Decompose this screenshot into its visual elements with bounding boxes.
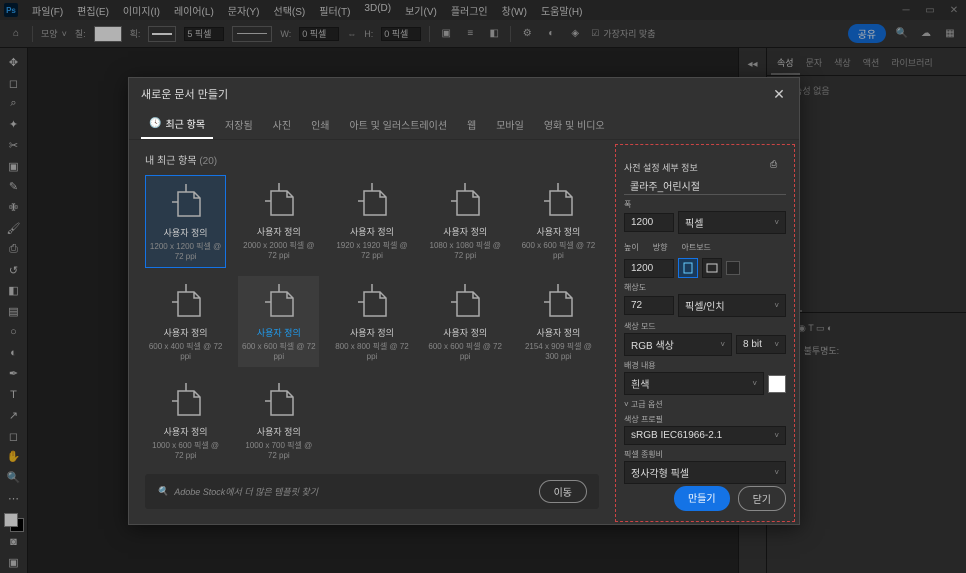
doc-height-input[interactable] — [624, 259, 674, 278]
preset-dimensions: 600 x 400 픽셀 @ 72 ppi — [147, 341, 224, 361]
create-button[interactable]: 만들기 — [674, 486, 730, 511]
preset-dimensions: 1000 x 600 픽셀 @ 72 ppi — [147, 440, 224, 460]
orient-landscape-button[interactable] — [702, 258, 722, 278]
advanced-toggle[interactable]: ˅ 고급 옵션 — [624, 399, 786, 410]
preset-dimensions: 2000 x 2000 픽셀 @ 72 ppi — [240, 240, 317, 260]
category-tab[interactable]: 저장됨 — [217, 110, 261, 139]
preset-name-input[interactable] — [624, 177, 786, 195]
category-tab[interactable]: 아트 및 일러스트레이션 — [341, 110, 455, 139]
clock-icon: 🕓 — [149, 118, 161, 129]
colormode-label: 색상 모드 — [624, 321, 786, 332]
preset-item[interactable]: 사용자 정의 2000 x 2000 픽셀 @ 72 ppi — [238, 175, 319, 268]
details-header: 사전 설정 세부 정보 — [624, 161, 698, 174]
close-dialog-button[interactable]: 닫기 — [738, 486, 786, 511]
artboard-checkbox[interactable] — [726, 261, 740, 275]
preset-item[interactable]: 사용자 정의 600 x 600 픽셀 @ 72 ppi — [238, 276, 319, 367]
recent-count: (20) — [199, 156, 217, 167]
preset-dimensions: 2154 x 909 픽셀 @ 300 ppi — [520, 341, 597, 361]
preset-name: 사용자 정의 — [536, 225, 580, 238]
preset-item[interactable]: 사용자 정의 1920 x 1920 픽셀 @ 72 ppi — [331, 175, 412, 268]
recent-header: 내 최근 항목 — [145, 156, 197, 167]
document-icon — [443, 181, 487, 219]
preset-name: 사용자 정의 — [443, 225, 487, 238]
preset-item[interactable]: 사용자 정의 600 x 600 픽셀 @ 72 ppi — [518, 175, 599, 268]
preset-item[interactable]: 사용자 정의 1000 x 600 픽셀 @ 72 ppi — [145, 375, 226, 466]
height-label: 높이 — [624, 242, 639, 253]
preset-dimensions: 600 x 600 픽셀 @ 72 ppi — [240, 341, 317, 361]
orient-portrait-button[interactable] — [678, 258, 698, 278]
stock-search-input[interactable]: 🔍 Adobe Stock에서 더 많은 템플릿 찾기 — [157, 485, 527, 498]
preset-dimensions: 600 x 600 픽셀 @ 72 ppi — [520, 240, 597, 260]
preset-dimensions: 800 x 800 픽셀 @ 72 ppi — [333, 341, 410, 361]
resolution-input[interactable] — [624, 296, 674, 315]
category-tab[interactable]: 영화 및 비디오 — [536, 110, 613, 139]
preset-dimensions: 1920 x 1920 픽셀 @ 72 ppi — [333, 240, 410, 260]
stock-go-button[interactable]: 이동 — [539, 480, 587, 503]
bg-label: 배경 내용 — [624, 360, 786, 371]
preset-name: 사용자 정의 — [350, 225, 394, 238]
dialog-title: 새로운 문서 만들기 — [141, 86, 228, 102]
document-icon — [257, 381, 301, 419]
preset-item[interactable]: 사용자 정의 2154 x 909 픽셀 @ 300 ppi — [518, 276, 599, 367]
document-icon — [536, 282, 580, 320]
category-tab[interactable]: 인쇄 — [303, 110, 337, 139]
dialog-close-button[interactable]: ✕ — [771, 86, 787, 102]
preset-item[interactable]: 사용자 정의 1200 x 1200 픽셀 @ 72 ppi — [145, 175, 226, 268]
preset-dimensions: 1080 x 1080 픽셀 @ 72 ppi — [427, 240, 504, 260]
document-icon — [257, 282, 301, 320]
preset-item[interactable]: 사용자 정의 1080 x 1080 픽셀 @ 72 ppi — [425, 175, 506, 268]
document-icon — [164, 381, 208, 419]
preset-name: 사용자 정의 — [443, 326, 487, 339]
bitdepth-select[interactable]: 8 bit˅ — [736, 335, 786, 354]
preset-name: 사용자 정의 — [257, 225, 301, 238]
preset-details-panel: 사전 설정 세부 정보 ⎙ 폭 픽셀˅ 높이 방향 아트보드 해상도 — [615, 144, 795, 522]
aspect-label: 픽셀 종횡비 — [624, 449, 786, 460]
preset-item[interactable]: 사용자 정의 1000 x 700 픽셀 @ 72 ppi — [238, 375, 319, 466]
width-label: 폭 — [624, 199, 786, 210]
category-tab[interactable]: 🕓최근 항목 — [141, 110, 213, 139]
bg-color-swatch[interactable] — [768, 375, 786, 393]
preset-item[interactable]: 사용자 정의 800 x 800 픽셀 @ 72 ppi — [331, 276, 412, 367]
category-tab[interactable]: 모바일 — [488, 110, 532, 139]
profile-label: 색상 프로필 — [624, 414, 786, 425]
aspect-select[interactable]: 정사각형 픽셀˅ — [624, 461, 786, 484]
orient-label: 방향 — [653, 242, 668, 253]
search-icon: 🔍 — [157, 486, 168, 497]
preset-name: 사용자 정의 — [164, 425, 208, 438]
preset-dimensions: 600 x 600 픽셀 @ 72 ppi — [427, 341, 504, 361]
preset-item[interactable]: 사용자 정의 600 x 600 픽셀 @ 72 ppi — [425, 276, 506, 367]
preset-name: 사용자 정의 — [536, 326, 580, 339]
document-icon — [350, 282, 394, 320]
profile-select[interactable]: sRGB IEC61966-2.1˅ — [624, 426, 786, 445]
preset-name: 사용자 정의 — [257, 425, 301, 438]
bg-select[interactable]: 흰색˅ — [624, 372, 764, 395]
new-document-dialog: 새로운 문서 만들기 ✕ 🕓최근 항목저장됨사진인쇄아트 및 일러스트레이션웹모… — [128, 77, 800, 525]
document-icon — [164, 182, 208, 220]
preset-name: 사용자 정의 — [257, 326, 301, 339]
category-tab[interactable]: 사진 — [265, 110, 299, 139]
preset-dimensions: 1000 x 700 픽셀 @ 72 ppi — [240, 440, 317, 460]
preset-dimensions: 1200 x 1200 픽셀 @ 72 ppi — [148, 241, 223, 261]
preset-name: 사용자 정의 — [164, 326, 208, 339]
doc-width-input[interactable] — [624, 213, 674, 232]
artboard-label: 아트보드 — [681, 242, 710, 253]
resolution-unit-select[interactable]: 픽셀/인치˅ — [678, 294, 786, 317]
document-icon — [350, 181, 394, 219]
document-icon — [536, 181, 580, 219]
resolution-label: 해상도 — [624, 282, 786, 293]
colormode-select[interactable]: RGB 색상˅ — [624, 333, 732, 356]
category-tab[interactable]: 웹 — [459, 110, 484, 139]
document-icon — [443, 282, 487, 320]
preset-item[interactable]: 사용자 정의 600 x 400 픽셀 @ 72 ppi — [145, 276, 226, 367]
document-icon — [164, 282, 208, 320]
preset-name: 사용자 정의 — [164, 226, 208, 239]
adobe-stock-bar: 🔍 Adobe Stock에서 더 많은 템플릿 찾기 이동 — [145, 474, 599, 509]
unit-select[interactable]: 픽셀˅ — [678, 211, 786, 234]
save-preset-icon[interactable]: ⎙ — [770, 159, 786, 175]
document-icon — [257, 181, 301, 219]
preset-name: 사용자 정의 — [350, 326, 394, 339]
